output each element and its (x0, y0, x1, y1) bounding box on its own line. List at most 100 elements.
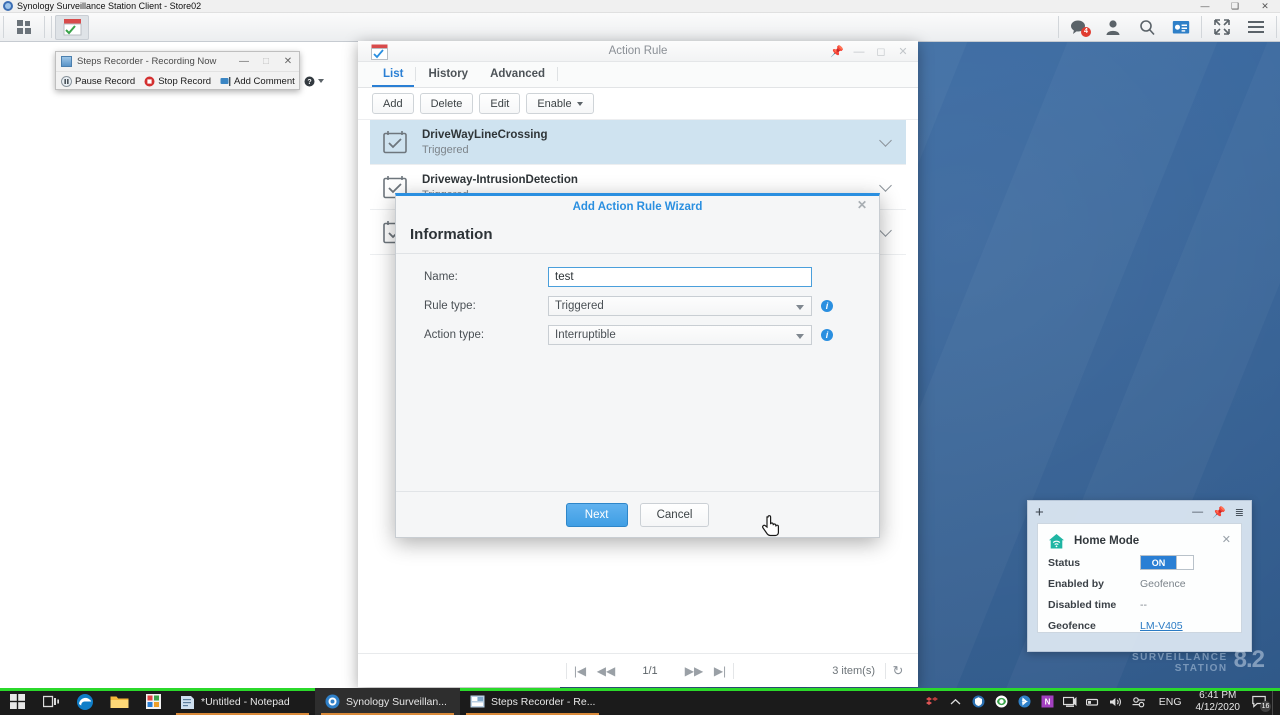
minimize-icon[interactable]: — (848, 41, 870, 62)
next-page-button[interactable]: ▶▶ (681, 664, 707, 678)
expand-arrows-glyph (1214, 19, 1230, 35)
menu-icon[interactable] (1239, 15, 1273, 40)
widget-minimize-icon[interactable]: — (1192, 506, 1203, 518)
last-page-button[interactable]: ▶| (707, 664, 733, 678)
info-icon-action-type[interactable]: i (821, 328, 833, 341)
toolbar-divider-5 (1201, 16, 1202, 38)
chevron-down-icon[interactable] (879, 178, 892, 192)
start-icon[interactable] (0, 688, 34, 715)
bluetooth-icon[interactable] (1013, 688, 1036, 715)
home-mode-row-enabled-by: Enabled by Geofence (1048, 574, 1231, 593)
home-mode-card: Home Mode ✕ Status ON Enabled by Geofenc… (1037, 523, 1242, 633)
taskbar-app-surveillance[interactable]: Synology Surveillan... (315, 688, 460, 715)
cancel-button[interactable]: Cancel (639, 502, 710, 527)
help-menu-button[interactable]: ? (304, 76, 324, 87)
close-icon[interactable]: ✕ (892, 41, 914, 62)
enable-button-label: Enable (537, 97, 572, 110)
steps-recorder-title: Steps Recorder - Recording Now (77, 56, 217, 67)
enable-button[interactable]: Enable (526, 93, 594, 114)
surveillance-station-watermark: SURVEILLANCE STATION 8.2 (1132, 646, 1265, 674)
task-view-icon[interactable] (34, 688, 68, 715)
window-maximize-button[interactable]: ❑ (1220, 0, 1250, 13)
edit-button[interactable]: Edit (479, 93, 521, 114)
home-mode-status-toggle[interactable]: ON (1140, 555, 1194, 570)
rule-calendar-icon (382, 129, 408, 155)
apps-grid-icon[interactable] (7, 15, 41, 40)
wizard-body: Name: Rule type: Triggered i Action type… (396, 266, 879, 345)
next-button[interactable]: Next (565, 502, 628, 527)
window-minimize-button[interactable]: — (1190, 0, 1220, 13)
home-mode-geofence-link[interactable]: LM-V405 (1140, 620, 1183, 632)
maximize-icon[interactable]: □ (255, 52, 277, 71)
wizard-title: Add Action Rule Wizard (572, 201, 703, 213)
chevron-up-icon[interactable] (944, 688, 967, 715)
stop-record-label: Stop Record (158, 75, 212, 87)
tab-divider-2 (557, 67, 559, 81)
system-tray: N ENG 6:41 PM 4/12/2020 16 (921, 688, 1280, 715)
nvidia-icon[interactable] (990, 688, 1013, 715)
name-input[interactable] (548, 266, 812, 287)
action-type-select[interactable]: Interruptible (548, 324, 812, 345)
add-button[interactable]: Add (372, 93, 414, 114)
steps-recorder-toolbar: Pause Record Stop Record Add Comment ? (56, 71, 324, 90)
taskbar-app-steps-recorder[interactable]: Steps Recorder - Re... (460, 688, 605, 715)
search-icon[interactable] (1130, 15, 1164, 40)
minimize-icon[interactable]: — (233, 52, 255, 71)
stop-record-button[interactable]: Stop Record (144, 76, 211, 87)
delete-button[interactable]: Delete (419, 93, 474, 114)
refresh-icon[interactable]: ↻ (886, 663, 910, 679)
chevron-down-icon[interactable] (879, 223, 892, 237)
action-rule-icon[interactable] (55, 14, 89, 40)
language-indicator[interactable]: ENG (1151, 696, 1190, 708)
page-indicator: 1/1 (642, 664, 658, 677)
rule-type-select[interactable]: Triggered (548, 295, 812, 316)
pause-record-button[interactable]: Pause Record (61, 75, 135, 87)
show-desktop-button[interactable] (1272, 688, 1280, 715)
home-mode-close-button[interactable]: ✕ (1222, 533, 1231, 546)
rule-status: Triggered (422, 143, 469, 156)
tab-list[interactable]: List (372, 62, 415, 87)
file-explorer-icon[interactable] (102, 688, 136, 715)
widgets-icon[interactable] (1164, 15, 1198, 40)
taskbar-app-notepad[interactable]: *Untitled - Notepad (170, 688, 315, 715)
info-icon-rule-type[interactable]: i (821, 299, 833, 312)
pin-icon[interactable]: 📌 (826, 41, 848, 62)
chevron-down-icon[interactable] (879, 133, 892, 147)
clock[interactable]: 6:41 PM 4/12/2020 (1190, 690, 1247, 713)
wizard-titlebar: Add Action Rule Wizard ✕ (396, 196, 879, 218)
volume-icon[interactable] (1105, 688, 1128, 715)
usb-icon[interactable] (1082, 688, 1105, 715)
maximize-icon[interactable]: ◻ (870, 41, 892, 62)
svg-text:?: ? (307, 79, 311, 86)
edge-icon[interactable] (68, 688, 102, 715)
network-icon[interactable] (1059, 688, 1082, 715)
pause-icon (61, 75, 72, 87)
steps-recorder-controls: — □ ✕ (233, 52, 299, 71)
widget-settings-icon[interactable]: ≣ (1235, 506, 1244, 519)
rule-name: Driveway-IntrusionDetection (422, 173, 578, 186)
widget-pin-icon[interactable]: 📌 (1212, 506, 1226, 519)
prev-page-button[interactable]: ◀◀ (593, 664, 619, 678)
table-row[interactable]: DriveWayLineCrossing Triggered (370, 120, 906, 165)
notifications-icon[interactable]: 4 (1062, 15, 1096, 40)
dropbox-icon[interactable] (921, 688, 944, 715)
close-icon[interactable]: ✕ (277, 52, 299, 71)
add-comment-button[interactable]: Add Comment (220, 76, 295, 87)
action-center-icon[interactable]: 16 (1246, 688, 1272, 715)
tab-history[interactable]: History (417, 62, 479, 87)
fullscreen-icon[interactable] (1205, 15, 1239, 40)
watermark-line1: SURVEILLANCE (1132, 652, 1228, 663)
tab-advanced[interactable]: Advanced (479, 62, 556, 87)
add-action-rule-wizard-dialog: Add Action Rule Wizard ✕ Information Nam… (395, 193, 880, 538)
add-widget-button[interactable]: + (1035, 505, 1044, 520)
store-icon[interactable] (136, 688, 170, 715)
settings-icon[interactable] (1128, 688, 1151, 715)
window-close-button[interactable]: ✕ (1250, 0, 1280, 13)
label-action-type: Action type: (424, 328, 485, 341)
office-icon[interactable]: N (1036, 688, 1059, 715)
window-title: Synology Surveillance Station Client - S… (17, 1, 202, 11)
first-page-button[interactable]: |◀ (567, 664, 593, 678)
shield-icon[interactable] (967, 688, 990, 715)
account-icon[interactable] (1096, 15, 1130, 40)
wizard-close-button[interactable]: ✕ (854, 198, 870, 212)
